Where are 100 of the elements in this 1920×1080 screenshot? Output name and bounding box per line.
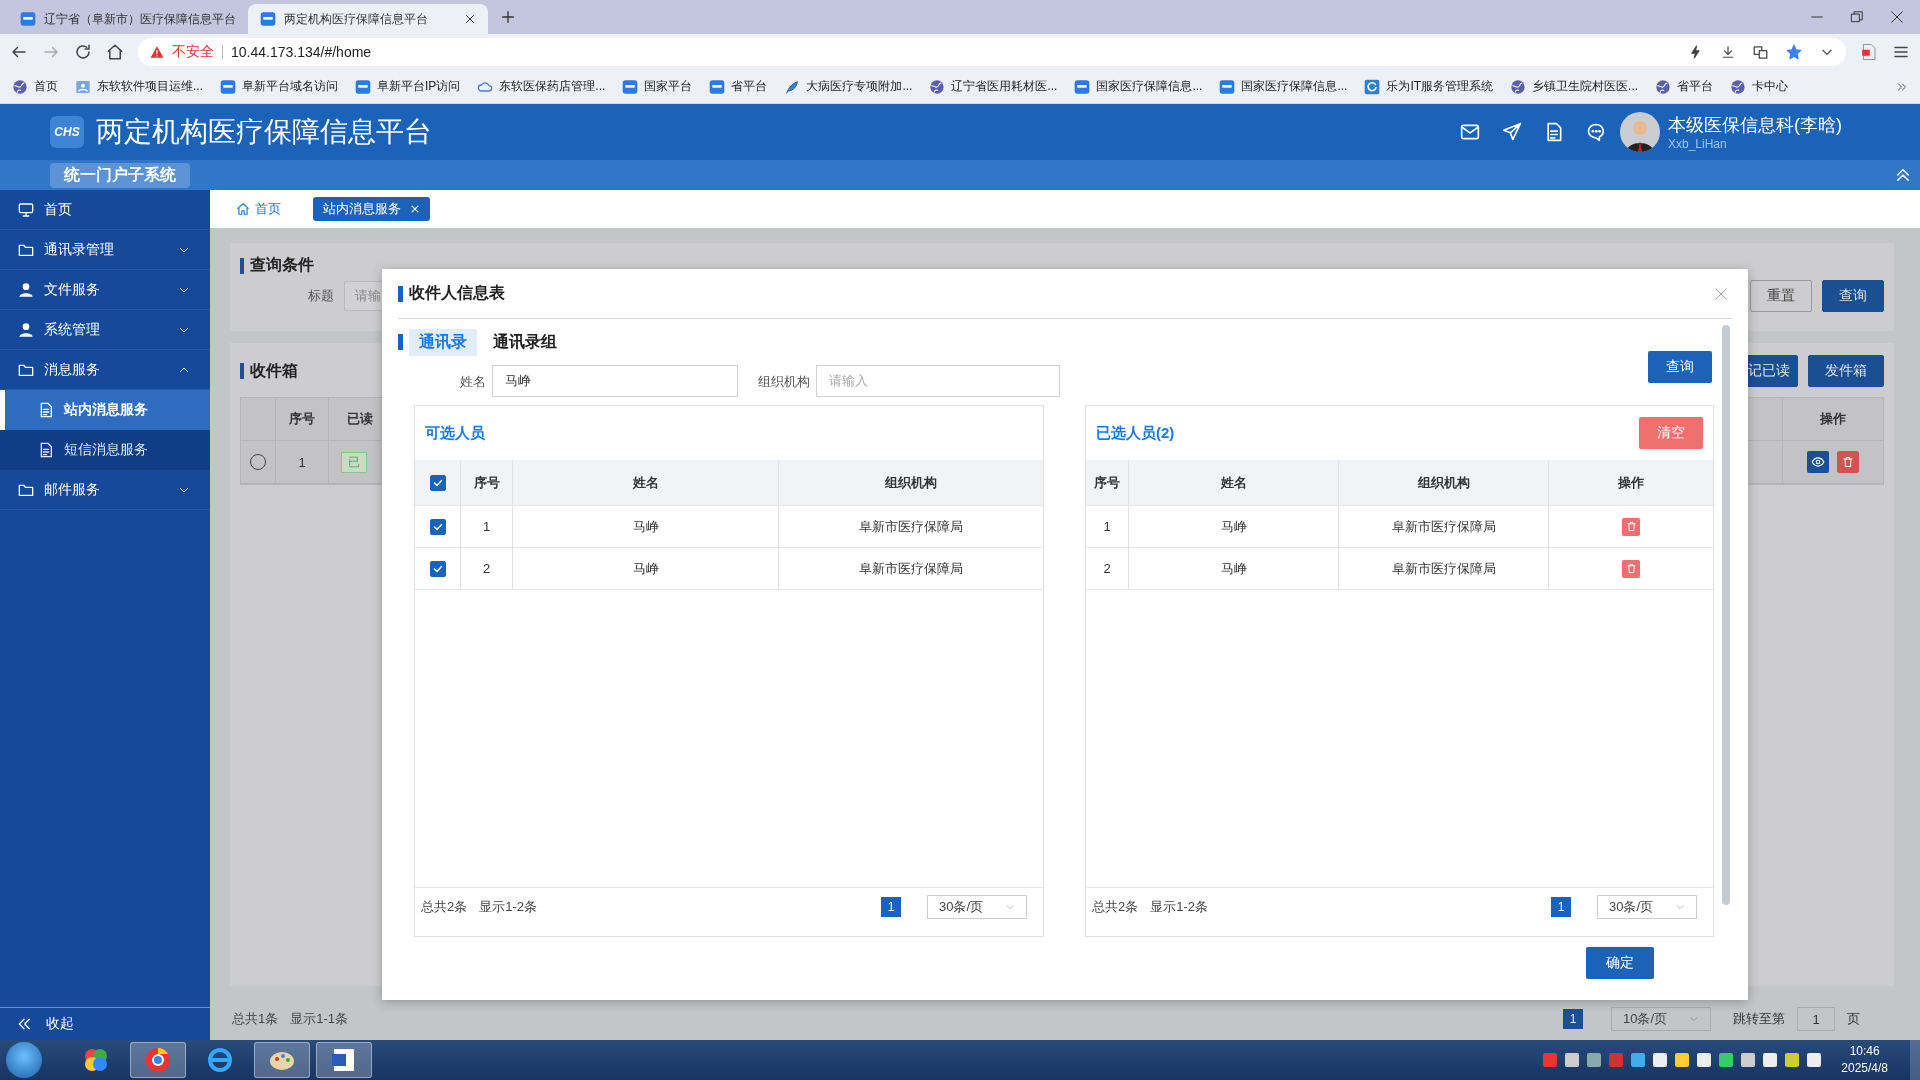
bookmark-link[interactable]: 乐为IT服务管理系统 [1364, 78, 1494, 95]
browser-tab[interactable]: 辽宁省（阜新市）医疗保障信息平台 [8, 4, 248, 34]
column-header: 序号 [1086, 460, 1129, 505]
star-icon[interactable] [1786, 44, 1802, 60]
table-cell: 马峥 [1129, 506, 1339, 547]
query-button[interactable]: 查询 [1822, 280, 1884, 312]
table-cell: 阜新市医疗保障局 [1339, 506, 1549, 547]
chevron-down-icon [1689, 1014, 1699, 1024]
taskbar-app-icon[interactable] [130, 1042, 186, 1078]
document-icon[interactable] [1544, 122, 1564, 142]
dialog-tab[interactable]: 通讯录 [409, 328, 477, 356]
delete-button[interactable] [1837, 451, 1859, 473]
bookmark-link[interactable]: 大病医疗专项附加... [784, 78, 913, 95]
tray-icon[interactable] [1719, 1053, 1734, 1067]
sidebar-subitem[interactable]: 短信消息服务 [0, 430, 210, 470]
checkbox[interactable] [429, 474, 446, 491]
send-icon[interactable] [1502, 122, 1522, 142]
restore-icon[interactable] [1850, 10, 1864, 24]
tray-icon[interactable] [1631, 1053, 1646, 1067]
translate-icon[interactable] [1753, 44, 1768, 60]
bookmark-link[interactable]: 首页 [12, 78, 58, 95]
reset-button[interactable]: 重置 [1750, 280, 1812, 312]
logo-icon [622, 78, 639, 95]
bookmark-link[interactable]: 省平台 [1655, 78, 1714, 95]
tray-icon[interactable] [1697, 1053, 1712, 1067]
pdf-icon[interactable] [1860, 43, 1878, 61]
chat-icon[interactable] [1586, 122, 1606, 142]
page-input[interactable]: 1 [1797, 1007, 1835, 1031]
taskbar-app-icon[interactable] [254, 1042, 310, 1078]
person-icon [18, 321, 34, 338]
home-icon[interactable] [106, 43, 124, 61]
dialog-tab[interactable]: 通讯录组 [483, 328, 567, 356]
bookmark-link[interactable]: 乡镇卫生院村医医... [1510, 78, 1639, 95]
tray-icon[interactable] [1741, 1053, 1756, 1067]
start-button[interactable] [6, 1042, 42, 1078]
toolbar-button[interactable]: 发件箱 [1808, 355, 1884, 387]
page-number[interactable]: 1 [1563, 1009, 1583, 1029]
bookmark-link[interactable]: 省平台 [709, 78, 768, 95]
taskbar-app-icon[interactable] [316, 1042, 372, 1078]
checkbox[interactable] [429, 518, 446, 535]
address-bar[interactable]: 不安全 10.44.173.134/#/home [138, 38, 1846, 66]
query-button[interactable]: 查询 [1648, 351, 1712, 383]
table-cell-text: 阜新市医疗保障局 [858, 517, 964, 536]
bookmark-link[interactable]: 辽宁省医用耗材医... [929, 78, 1058, 95]
bookmark-link[interactable]: 东软软件项目运维... [75, 78, 203, 95]
bookmark-link[interactable]: 阜新平台IP访问 [355, 78, 461, 95]
column-header: 姓名 [1129, 460, 1339, 505]
bookmark-link[interactable]: 国家平台 [622, 78, 693, 95]
chevron-down-icon [1005, 902, 1015, 912]
trash-icon [1625, 521, 1637, 532]
column-header: 序号 [276, 398, 329, 440]
confirm-button[interactable]: 确定 [1586, 947, 1654, 979]
view-button[interactable] [1807, 451, 1829, 473]
tray-icon[interactable] [1653, 1053, 1668, 1067]
browser-tab[interactable]: 两定机构医疗保障信息平台 [248, 4, 488, 34]
tray-icon[interactable] [1763, 1053, 1778, 1067]
avatar-icon[interactable] [1620, 112, 1660, 152]
page-size-select[interactable]: 10条/页 [1611, 1007, 1711, 1031]
clock[interactable]: 10:46 2025/4/8 [1841, 1043, 1888, 1077]
range-text: 显示1-1条 [290, 1010, 349, 1028]
tray-icon[interactable] [1785, 1053, 1800, 1067]
download-icon[interactable] [1721, 45, 1735, 59]
document-icon [38, 442, 54, 458]
bookmark-link[interactable]: 阜新平台域名访问 [220, 78, 338, 95]
globe-icon [1730, 78, 1747, 95]
total-count: 总共2条 [421, 898, 468, 916]
panel-title: 可选人员 [425, 423, 485, 443]
tray-icon[interactable] [1675, 1053, 1690, 1067]
collapse-up-icon[interactable] [1894, 166, 1912, 184]
checkbox[interactable] [429, 560, 446, 577]
page-tab[interactable]: 首页 [226, 197, 291, 221]
close-icon[interactable] [1890, 10, 1904, 24]
page-size-select[interactable]: 30条/页 [1597, 895, 1697, 919]
person-icon [18, 281, 34, 298]
page-size-select[interactable]: 30条/页 [927, 895, 1027, 919]
logo-icon [220, 78, 236, 95]
page-tab[interactable]: 站内消息服务 [313, 197, 430, 221]
plus-icon[interactable] [500, 9, 516, 25]
sidebar-subitem[interactable]: 站内消息服务 [0, 390, 210, 430]
bookmark-link[interactable]: 国家医疗保障信息... [1219, 78, 1348, 95]
name-input[interactable]: 马峥 [492, 365, 738, 397]
bookmark-link[interactable]: 国家医疗保障信息... [1074, 78, 1203, 95]
range-text: 显示1-2条 [479, 898, 538, 916]
tray-icon[interactable] [1565, 1053, 1580, 1067]
close-icon[interactable] [464, 13, 476, 25]
tray-icon[interactable] [1807, 1053, 1822, 1067]
delete-button[interactable] [1622, 559, 1640, 578]
logo-icon [709, 78, 726, 95]
page-number[interactable]: 1 [881, 897, 901, 917]
bookmark-link[interactable]: 东软医保药店管理... [477, 78, 606, 95]
trash-icon [1625, 563, 1637, 574]
feather-icon [784, 78, 801, 95]
scrollbar[interactable] [1722, 325, 1730, 905]
bookmark-link[interactable]: 卡中心 [1730, 78, 1789, 95]
delete-button[interactable] [1622, 517, 1640, 536]
user-name: 本级医保信息科(李晗) [1668, 114, 1842, 137]
reload-icon[interactable] [74, 43, 92, 61]
page-number[interactable]: 1 [1551, 897, 1571, 917]
mail-icon[interactable] [1460, 122, 1480, 142]
tray-icon[interactable] [1587, 1053, 1602, 1067]
